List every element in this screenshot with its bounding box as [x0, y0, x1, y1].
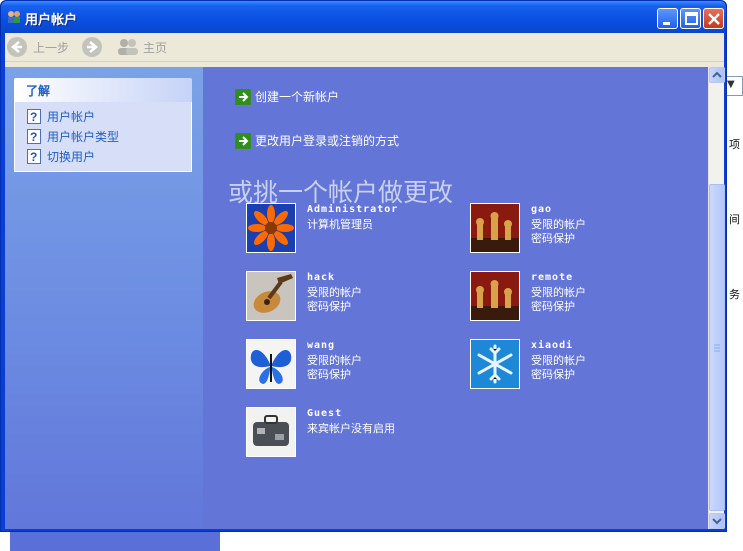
help-icon: ? — [27, 148, 41, 164]
account-name: xiaodi — [531, 340, 574, 351]
vertical-scrollbar[interactable] — [708, 67, 725, 529]
chess-picture — [470, 203, 520, 253]
svg-text:?: ? — [30, 150, 37, 164]
background-text: 务 — [729, 288, 740, 301]
background-window-strip — [10, 530, 220, 551]
account-name: gao — [531, 204, 553, 215]
back-arrow-icon — [7, 37, 27, 57]
change-logon-link[interactable]: 更改用户登录或注销的方式 — [235, 132, 399, 149]
account-status: 密码保护 — [531, 368, 575, 381]
chevron-down-icon: ▼ — [727, 79, 735, 90]
minimize-button[interactable] — [657, 8, 678, 29]
learn-about-title: 了解 — [14, 78, 192, 102]
account-name: hack — [307, 272, 336, 283]
back-button[interactable]: 上一步 — [7, 36, 69, 58]
account-name: remote — [531, 272, 574, 283]
create-account-label: 创建一个新帐户 — [255, 90, 340, 104]
account-gao[interactable]: gao 受限的帐户 密码保护 — [470, 203, 690, 253]
close-button[interactable] — [703, 8, 724, 29]
forward-button[interactable] — [82, 36, 108, 58]
user-accounts-icon — [8, 11, 20, 23]
sidebar-item-switch-user[interactable]: ? 切换用户 — [27, 146, 191, 166]
chevron-down-icon — [712, 518, 722, 525]
maximize-icon — [685, 12, 698, 25]
maximize-button[interactable] — [680, 8, 701, 29]
create-account-link[interactable]: 创建一个新帐户 — [235, 88, 339, 105]
window-title: 用户帐户 — [25, 12, 78, 27]
user-accounts-window: 用户帐户 上一步 主页 了解 ? 用户帐户 ? 用户帐户类型 ? 切换用户 创建… — [0, 0, 727, 532]
forward-arrow-icon — [82, 37, 102, 57]
account-name: Administrator — [307, 204, 399, 215]
account-status: 密码保护 — [531, 232, 575, 245]
account-hack[interactable]: hack 受限的帐户 密码保护 — [246, 271, 466, 321]
home-users-icon — [118, 39, 138, 55]
learn-about-box: 了解 ? 用户帐户 ? 用户帐户类型 ? 切换用户 — [14, 78, 192, 172]
account-type: 计算机管理员 — [307, 218, 373, 231]
account-xiaodi[interactable]: xiaodi 受限的帐户 密码保护 — [470, 339, 690, 389]
change-logon-label: 更改用户登录或注销的方式 — [255, 134, 400, 148]
sidebar-item-label: 切换用户 — [47, 149, 96, 164]
help-icon: ? — [27, 108, 41, 124]
account-wang[interactable]: wang 受限的帐户 密码保护 — [246, 339, 466, 389]
title-bar[interactable]: 用户帐户 — [1, 1, 726, 33]
flower-picture — [246, 203, 296, 253]
home-button[interactable]: 主页 — [117, 36, 167, 58]
sidebar-item-user-accounts[interactable]: ? 用户帐户 — [27, 106, 191, 126]
svg-text:?: ? — [30, 110, 37, 124]
scroll-down-button[interactable] — [709, 513, 725, 529]
chess-picture — [470, 271, 520, 321]
side-panel: 了解 ? 用户帐户 ? 用户帐户类型 ? 切换用户 — [5, 67, 203, 529]
account-status: 密码保护 — [307, 300, 351, 313]
scroll-thumb[interactable] — [709, 184, 725, 511]
account-administrator[interactable]: Administrator 计算机管理员 — [246, 203, 466, 253]
butterfly-picture — [246, 339, 296, 389]
scroll-up-button[interactable] — [709, 67, 725, 83]
account-name: Guest — [307, 408, 343, 419]
background-text: 间 — [729, 213, 740, 226]
sidebar-item-label: 用户帐户 — [47, 109, 96, 124]
guitar-picture — [246, 271, 296, 321]
minimize-icon — [663, 22, 670, 25]
navigation-toolbar: 上一步 主页 — [5, 33, 724, 62]
home-label: 主页 — [143, 40, 168, 55]
sidebar-item-account-types[interactable]: ? 用户帐户类型 — [27, 126, 191, 146]
green-arrow-icon — [235, 88, 251, 105]
background-text: 项 — [729, 138, 740, 151]
account-guest[interactable]: Guest 来宾帐户没有启用 — [246, 407, 466, 457]
sidebar-item-label: 用户帐户类型 — [47, 129, 120, 144]
window-frame: 上一步 主页 了解 ? 用户帐户 ? 用户帐户类型 ? 切换用户 创建一个新帐户… — [5, 33, 725, 529]
back-label: 上一步 — [33, 40, 70, 55]
content-area: 了解 ? 用户帐户 ? 用户帐户类型 ? 切换用户 创建一个新帐户 更改用户登录… — [5, 67, 708, 529]
main-pane: 创建一个新帐户 更改用户登录或注销的方式 或挑一个帐户做更改 Administr… — [203, 67, 708, 529]
help-icon: ? — [27, 128, 41, 144]
snowflake-picture — [470, 339, 520, 389]
svg-text:?: ? — [30, 130, 37, 144]
account-status: 来宾帐户没有启用 — [307, 422, 395, 435]
account-remote[interactable]: remote 受限的帐户 密码保护 — [470, 271, 690, 321]
grip-icon — [714, 344, 720, 352]
account-name: wang — [307, 340, 336, 351]
green-arrow-icon — [235, 132, 251, 149]
suitcase-picture — [246, 407, 296, 457]
chevron-up-icon — [712, 71, 722, 78]
close-icon — [708, 13, 720, 25]
account-status: 密码保护 — [307, 368, 351, 381]
account-status: 密码保护 — [531, 300, 575, 313]
